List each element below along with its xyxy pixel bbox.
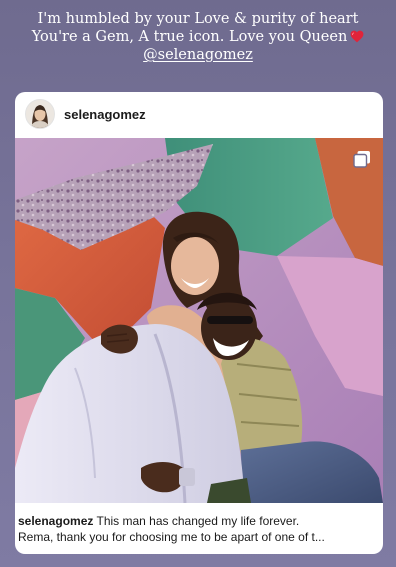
post-caption: selenagomez This man has changed my life… xyxy=(18,513,380,545)
story-caption-line-1: I'm humbled by your Love & purity of hea… xyxy=(37,11,359,27)
shared-post-card[interactable]: selenagomez selenagomez This man has cha… xyxy=(15,92,383,554)
post-caption-line-1: selenagomez This man has changed my life… xyxy=(18,513,380,529)
story-caption: I'm humbled by your Love & purity of hea… xyxy=(0,10,396,64)
post-username[interactable]: selenagomez xyxy=(64,107,146,122)
avatar[interactable] xyxy=(25,99,55,129)
post-photo[interactable] xyxy=(15,138,383,503)
caption-username[interactable]: selenagomez xyxy=(18,514,93,528)
post-header: selenagomez xyxy=(15,92,383,138)
story-caption-line-2-text: You're a Gem, A true icon. Love you Quee… xyxy=(31,29,348,45)
story-caption-line-2: You're a Gem, A true icon. Love you Quee… xyxy=(0,28,396,46)
heart-icon xyxy=(350,30,364,43)
post-photo-image xyxy=(15,138,383,503)
avatar-image xyxy=(26,100,54,128)
multiple-photos-icon xyxy=(353,151,370,168)
caption-text-line-1: This man has changed my life forever. xyxy=(96,514,300,528)
post-caption-line-2: Rema, thank you for choosing me to be ap… xyxy=(18,530,325,544)
mention-link[interactable]: @selenagomez xyxy=(0,46,396,64)
